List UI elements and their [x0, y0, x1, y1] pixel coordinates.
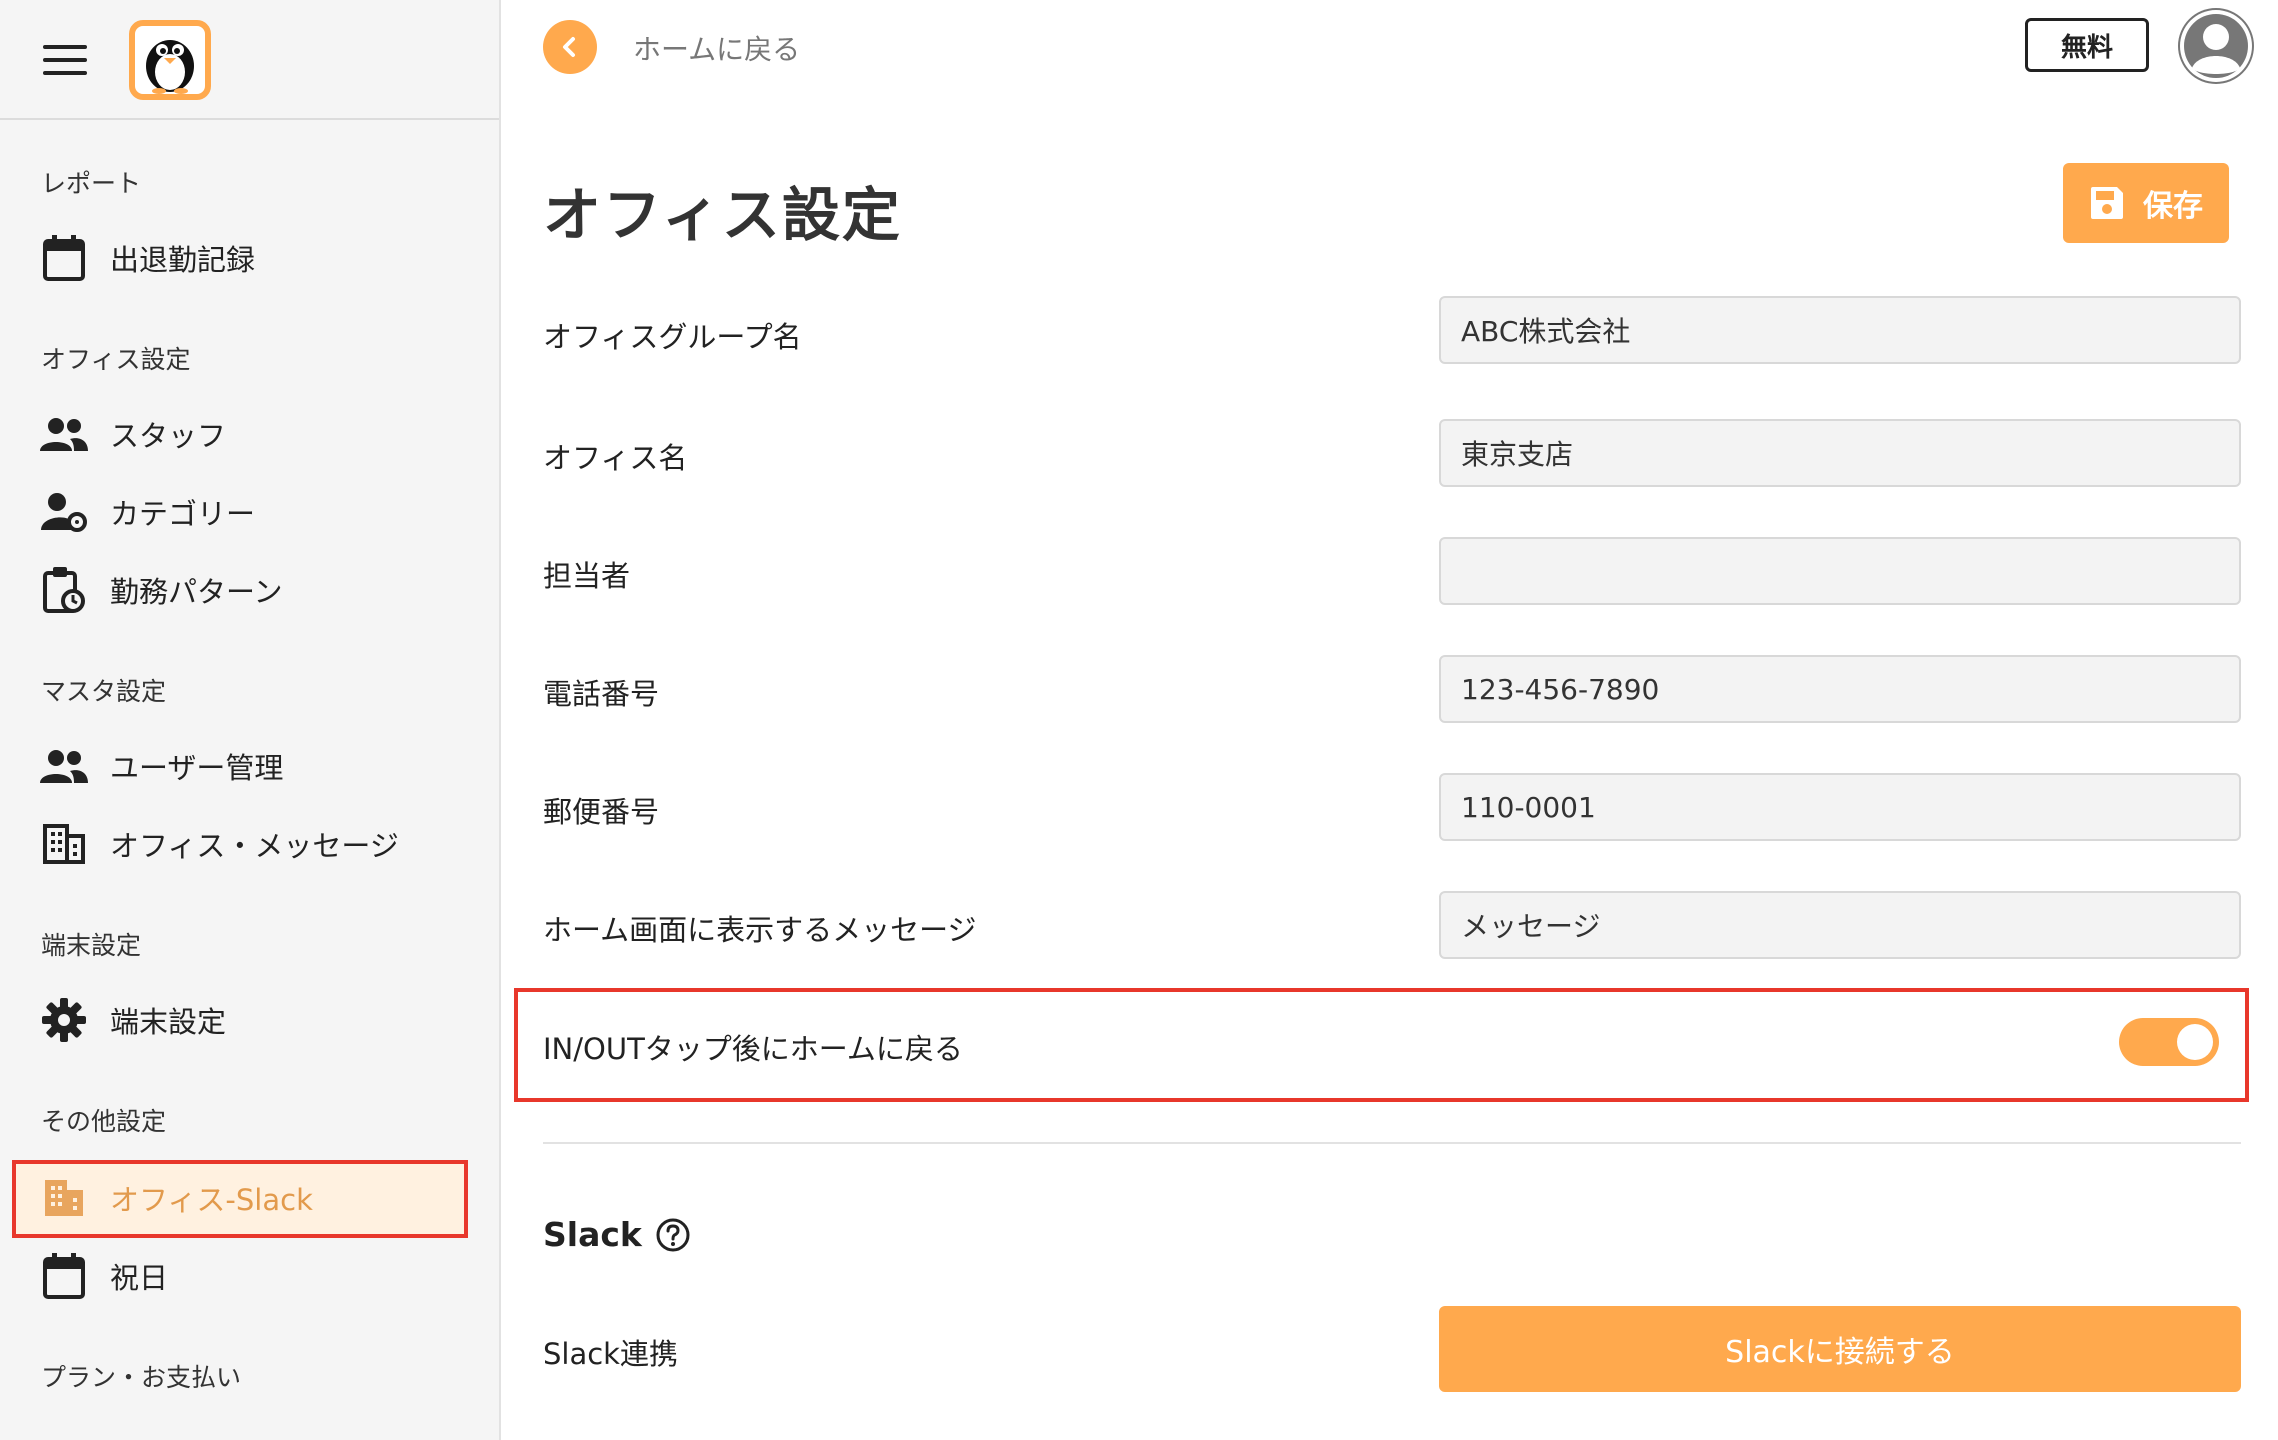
- help-circle-icon[interactable]: [656, 1218, 690, 1252]
- contact-person-input[interactable]: [1439, 537, 2241, 605]
- office-name-label: オフィス名: [543, 441, 688, 475]
- sidebar-item-label: 端末設定: [110, 1005, 227, 1039]
- return-home-label: IN/OUTタップ後にホームに戻る: [543, 1032, 963, 1066]
- sidebar-item-office-slack[interactable]: オフィス-Slack: [40, 1168, 313, 1228]
- calendar-icon: [40, 1252, 88, 1300]
- sidebar-header: [0, 0, 499, 120]
- slack-heading-text: Slack: [543, 1215, 642, 1254]
- sidebar-item-attendance[interactable]: 出退勤記録: [40, 228, 255, 288]
- sidebar-item-office-message[interactable]: オフィス・メッセージ: [40, 814, 399, 874]
- clipboard-clock-icon: [40, 566, 88, 614]
- home-message-input[interactable]: [1439, 891, 2241, 959]
- sidebar-item-label: カテゴリー: [110, 497, 256, 531]
- save-button[interactable]: 保存: [2063, 163, 2229, 243]
- section-title-report: レポート: [41, 169, 142, 198]
- postal-code-input[interactable]: [1439, 773, 2241, 841]
- avatar[interactable]: [2178, 8, 2254, 84]
- sidebar-item-label: 出退勤記録: [110, 243, 256, 277]
- sidebar-item-holidays[interactable]: 祝日: [40, 1246, 168, 1306]
- phone-input[interactable]: [1439, 655, 2241, 723]
- phone-label: 電話番号: [543, 677, 660, 711]
- building-icon: [40, 820, 88, 868]
- sidebar-item-label: オフィス・メッセージ: [110, 829, 399, 863]
- home-message-label: ホーム画面に表示するメッセージ: [543, 913, 977, 947]
- back-button[interactable]: [543, 20, 597, 74]
- sidebar-item-work-pattern[interactable]: 勤務パターン: [40, 560, 283, 620]
- person-gear-icon: [40, 488, 88, 536]
- save-button-label: 保存: [2143, 189, 2203, 224]
- back-link[interactable]: ホームに戻る: [633, 28, 800, 68]
- sidebar: レポート 出退勤記録 オフィス設定 スタッフ カテゴリー 勤務パターン マスタ設…: [0, 0, 501, 1440]
- sidebar-item-category[interactable]: カテゴリー: [40, 482, 255, 542]
- sidebar-item-label: スタッフ: [110, 419, 227, 453]
- section-title-device-settings: 端末設定: [41, 931, 142, 960]
- office-name-input[interactable]: [1439, 419, 2241, 487]
- section-title-office-settings: オフィス設定: [41, 345, 191, 374]
- contact-person-label: 担当者: [543, 559, 631, 593]
- chevron-left-icon: [563, 37, 575, 57]
- hamburger-menu-icon[interactable]: [43, 45, 87, 75]
- calendar-icon: [40, 234, 88, 282]
- section-title-other-settings: その他設定: [41, 1107, 167, 1136]
- people-icon: [40, 742, 88, 790]
- gear-icon: [40, 996, 88, 1044]
- plan-badge[interactable]: 無料: [2025, 18, 2149, 72]
- main-content: ホームに戻る 無料 オフィス設定 保存 オフィスグループ名 オフィス名 担当者 …: [503, 0, 2278, 1440]
- section-title-master-settings: マスタ設定: [41, 677, 167, 706]
- floppy-disk-icon: [2089, 185, 2125, 221]
- section-title-plan-payment[interactable]: プラン・お支払い: [41, 1358, 241, 1394]
- toggle-knob: [2177, 1024, 2213, 1060]
- sidebar-item-label: ユーザー管理: [110, 751, 284, 785]
- office-group-input[interactable]: [1439, 296, 2241, 364]
- office-group-label: オフィスグループ名: [543, 320, 802, 354]
- page-title: オフィス設定: [543, 181, 902, 249]
- slack-integration-label: Slack連携: [543, 1337, 678, 1371]
- sidebar-item-label: オフィス-Slack: [110, 1183, 313, 1217]
- return-home-toggle[interactable]: [2119, 1018, 2219, 1066]
- sidebar-item-user-management[interactable]: ユーザー管理: [40, 736, 283, 796]
- postal-code-label: 郵便番号: [543, 795, 660, 829]
- user-avatar-icon: [2180, 10, 2252, 82]
- building-icon: [40, 1174, 88, 1222]
- sidebar-item-label: 勤務パターン: [110, 575, 283, 609]
- app-logo-penguin-icon[interactable]: [129, 20, 211, 100]
- slack-section-heading: Slack: [543, 1215, 690, 1254]
- sidebar-item-staff[interactable]: スタッフ: [40, 404, 226, 464]
- slack-connect-button[interactable]: Slackに接続する: [1439, 1306, 2241, 1392]
- sidebar-item-device-settings[interactable]: 端末設定: [40, 990, 226, 1050]
- people-icon: [40, 410, 88, 458]
- section-divider: [543, 1142, 2241, 1144]
- sidebar-item-label: 祝日: [110, 1261, 169, 1295]
